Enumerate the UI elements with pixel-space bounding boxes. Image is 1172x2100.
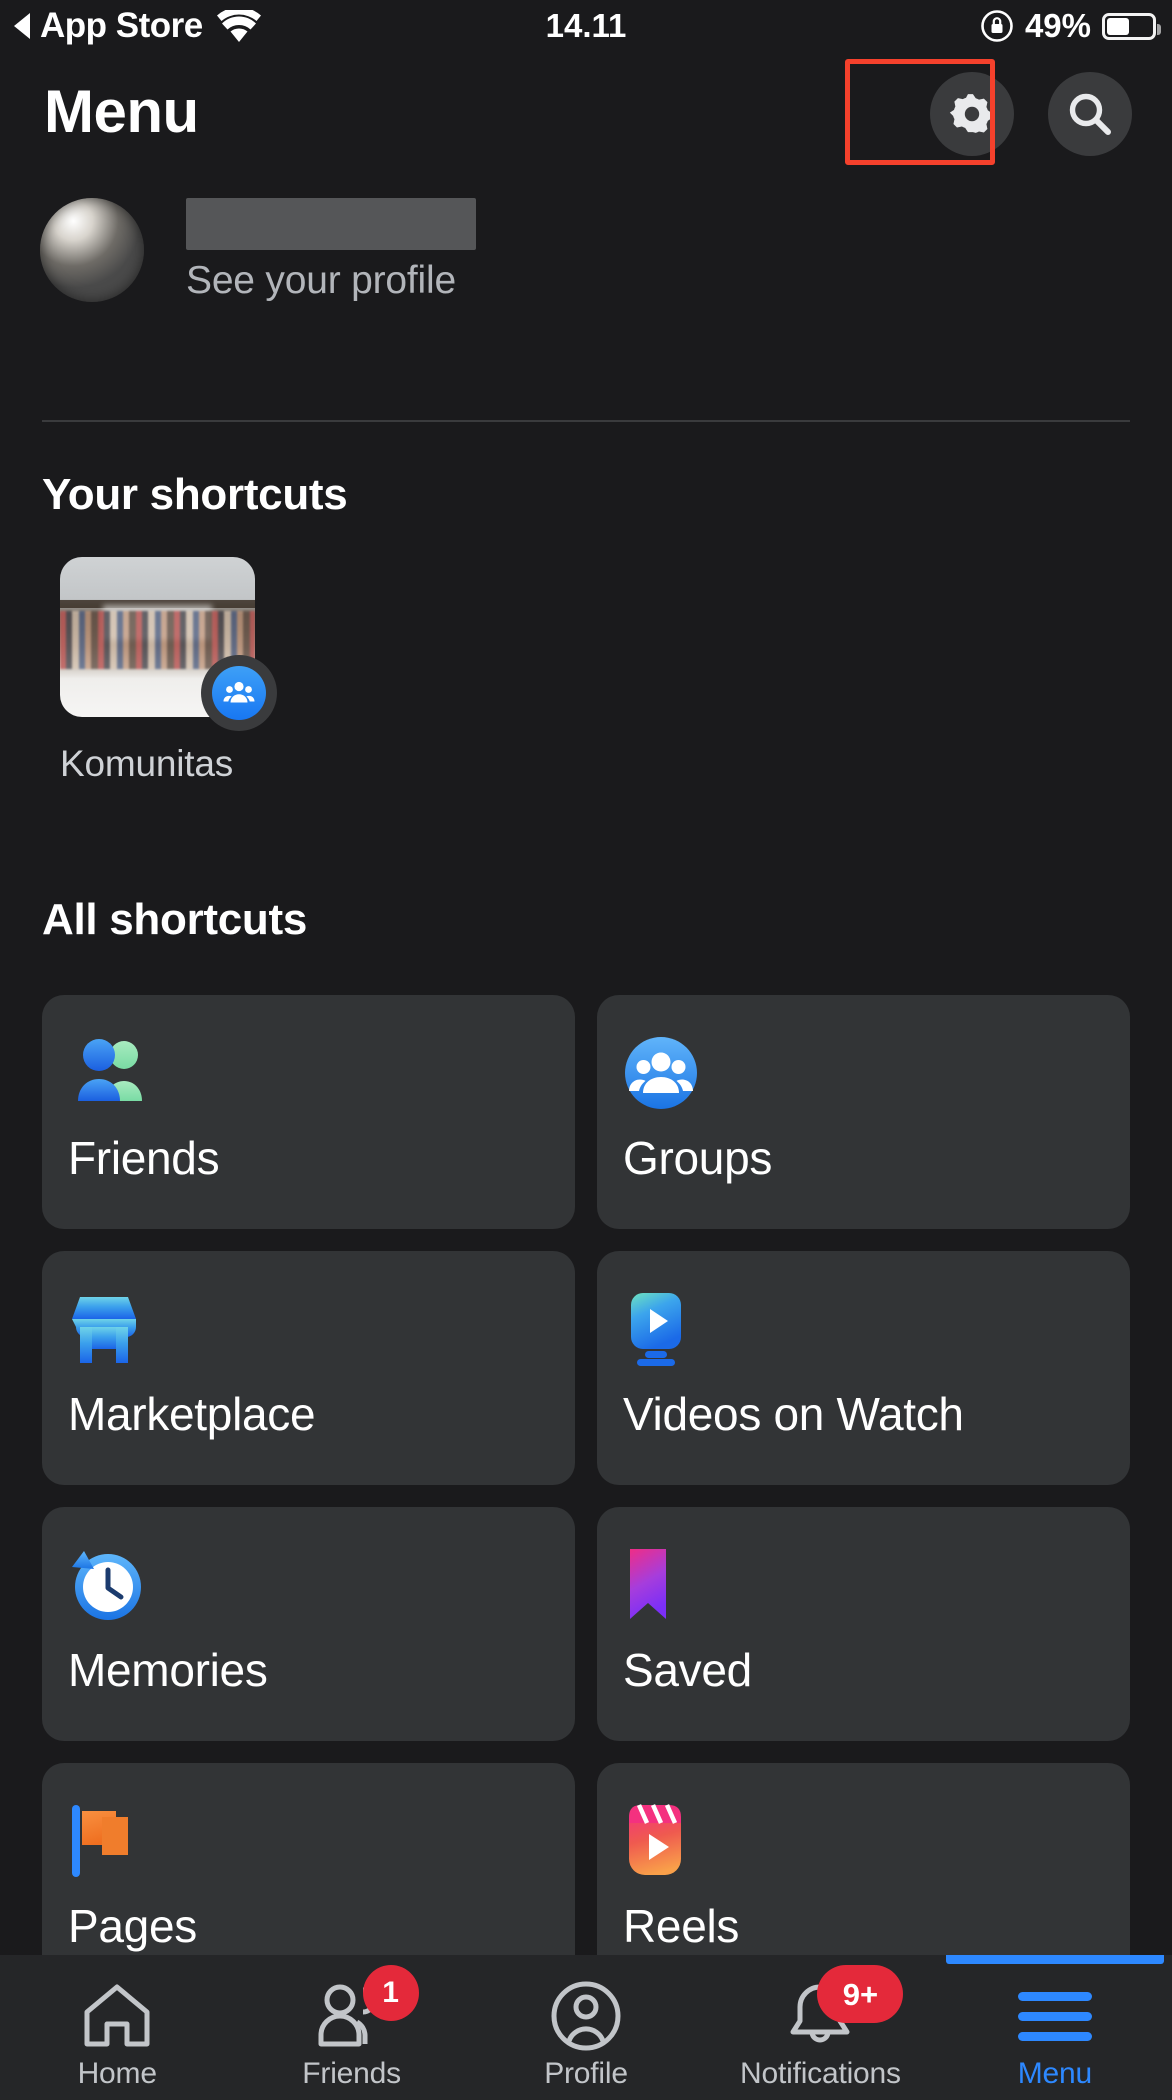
status-bar-right: 49% (980, 7, 1161, 45)
tile-videos-on-watch[interactable]: Videos on Watch (597, 1251, 1130, 1485)
home-icon (81, 1977, 153, 2055)
header-actions (930, 72, 1132, 156)
marketplace-icon (68, 1291, 575, 1367)
shortcut-badge (201, 655, 277, 731)
rotation-lock-icon (981, 10, 1013, 42)
shortcut-thumbnail (60, 557, 277, 731)
profile-texts: See your profile (186, 197, 476, 303)
nav-label: Profile (544, 2057, 628, 2090)
profile-row[interactable]: See your profile (0, 190, 1172, 310)
profile-icon (551, 1977, 621, 2055)
status-bar: App Store 14.11 49% (0, 0, 1172, 52)
nav-badge-friends: 1 (362, 1965, 419, 2021)
page-title: Menu (44, 78, 199, 145)
tile-label: Friends (68, 1132, 220, 1184)
shortcut-label: Komunitas (60, 743, 234, 784)
tile-label: Pages (68, 1900, 197, 1952)
profile-name-redacted (186, 197, 476, 250)
bell-icon: 9+ (785, 1965, 904, 2055)
all-shortcuts-heading: All shortcuts (42, 895, 308, 944)
nav-item-home[interactable]: Home (0, 1955, 234, 2091)
memories-icon (68, 1547, 575, 1623)
friends-nav-icon: 1 (313, 1965, 419, 2055)
nav-item-profile[interactable]: Profile (469, 1955, 703, 2091)
tile-label: Memories (68, 1644, 268, 1696)
section-divider (42, 420, 1130, 422)
nav-item-notifications[interactable]: 9+ Notifications (703, 1955, 937, 2091)
nav-item-menu[interactable]: Menu (938, 1955, 1172, 2091)
tile-marketplace[interactable]: Marketplace (42, 1251, 575, 1485)
tile-saved[interactable]: Saved (597, 1507, 1130, 1741)
bottom-nav: Home 1 Friends Profile 9+ Notifications … (0, 1955, 1172, 2100)
tile-label: Saved (623, 1644, 752, 1696)
battery-percent: 49% (1024, 7, 1091, 44)
nav-label: Notifications (740, 2057, 901, 2090)
tile-memories[interactable]: Memories (42, 1507, 575, 1741)
friends-icon (68, 1035, 575, 1111)
gear-icon (949, 94, 992, 133)
app-header: Menu (0, 52, 1172, 177)
tile-label: Groups (623, 1132, 773, 1184)
tile-label: Marketplace (68, 1388, 316, 1440)
your-shortcuts-heading: Your shortcuts (42, 470, 348, 519)
app-screen: App Store 14.11 49% Menu See your profil… (0, 0, 1172, 2100)
tile-friends[interactable]: Friends (42, 995, 575, 1229)
search-button[interactable] (1048, 72, 1132, 156)
see-your-profile-link[interactable]: See your profile (186, 259, 476, 303)
watch-icon (623, 1291, 1130, 1367)
tile-label: Reels (623, 1900, 740, 1952)
battery-icon (1102, 12, 1161, 40)
pages-icon (68, 1803, 575, 1879)
all-shortcuts-grid: Friends Groups Marketplace Videos on Wat… (42, 995, 1130, 1997)
avatar (40, 198, 144, 302)
shortcut-item-komunitas[interactable]: Komunitas (60, 557, 320, 785)
groups-icon (223, 681, 255, 703)
nav-label: Menu (1017, 2057, 1092, 2090)
nav-item-friends[interactable]: 1 Friends (234, 1955, 468, 2091)
nav-label: Home (77, 2057, 157, 2090)
nav-badge-notifications: 9+ (817, 1965, 904, 2023)
tile-label: Videos on Watch (623, 1388, 964, 1440)
saved-icon (623, 1547, 1130, 1623)
nav-label: Friends (302, 2057, 401, 2090)
tile-groups[interactable]: Groups (597, 995, 1130, 1229)
hamburger-icon (1017, 1977, 1092, 2055)
search-icon (1069, 93, 1111, 135)
settings-button[interactable] (930, 72, 1014, 156)
reels-icon (623, 1803, 1130, 1879)
groups-icon (623, 1035, 1130, 1111)
